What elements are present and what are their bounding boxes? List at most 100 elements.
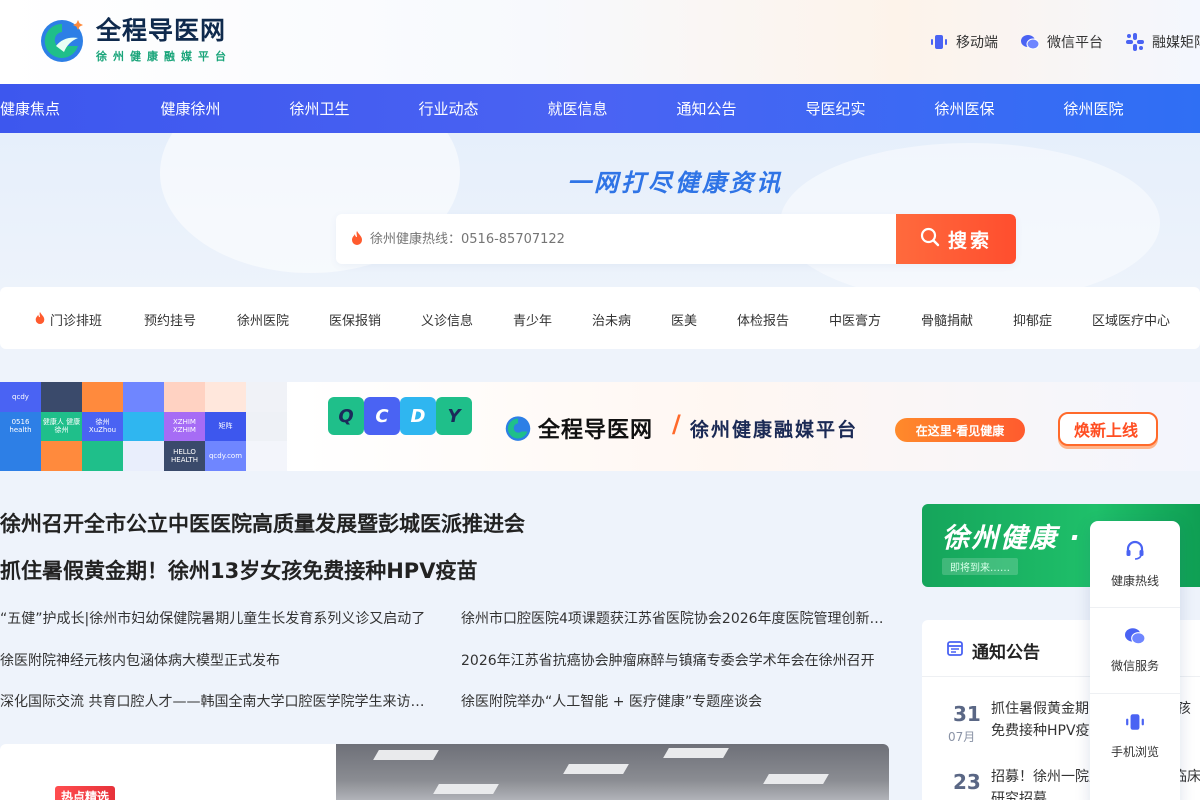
banner-tile xyxy=(205,382,246,412)
search-box: 搜索 xyxy=(336,214,1016,264)
mobile-link[interactable]: 移动端 xyxy=(929,32,998,52)
feature-card[interactable]: 热点精选 xyxy=(0,744,889,800)
quick-link-depression[interactable]: 抑郁症 xyxy=(1013,310,1052,329)
headline-1[interactable]: 徐州召开全市公立中医医院高质量发展暨彭城医派推进会 xyxy=(0,508,525,538)
quick-links-bar: 门诊排班 预约挂号 徐州医院 医保报销 义诊信息 青少年 治未病 医美 体检报告… xyxy=(0,287,1200,349)
quick-link-regional-center[interactable]: 区域医疗中心 xyxy=(1092,310,1170,329)
banner-slash: / xyxy=(672,410,681,438)
nav-item-medical-info[interactable]: 就医信息 xyxy=(513,98,642,119)
quick-link-hospitals[interactable]: 徐州医院 xyxy=(237,310,289,329)
search-icon xyxy=(920,227,940,252)
main-nav: 健康焦点 健康徐州 徐州卫生 行业动态 就医信息 通知公告 导医纪实 徐州医保 … xyxy=(0,84,1200,133)
banner-tile: 矩阵 xyxy=(205,411,246,442)
banner-subtitle: 徐州健康融媒平台 xyxy=(690,419,859,441)
mobile-link-label: 移动端 xyxy=(956,35,998,51)
news-link[interactable]: 深化国际交流 共育口腔人才——韩国全南大学口腔医学院学生来访交流 xyxy=(0,691,430,711)
banner-tile xyxy=(246,382,287,412)
banner-tile xyxy=(0,441,41,471)
notice-heading: 通知公告 xyxy=(946,638,1040,663)
green-banner-subtitle: 即将到来…… xyxy=(942,558,1018,575)
notice-month: 07月 xyxy=(948,730,976,744)
hotline-button[interactable]: 健康热线 xyxy=(1090,521,1180,607)
quick-link-youth[interactable]: 青少年 xyxy=(513,310,552,329)
nav-item-notices[interactable]: 通知公告 xyxy=(642,98,771,119)
mobile-browse-label: 手机浏览 xyxy=(1110,745,1159,759)
puzzle-piece: Y xyxy=(436,397,472,435)
logo-mark-icon xyxy=(38,16,86,64)
search-button-label: 搜索 xyxy=(947,229,992,252)
banner-tile xyxy=(82,441,123,471)
quick-link-beauty[interactable]: 医美 xyxy=(671,310,697,329)
nav-item-insurance[interactable]: 徐州医保 xyxy=(900,98,1029,119)
quick-link-checkup[interactable]: 体检报告 xyxy=(737,310,789,329)
news-link[interactable]: 徐州市口腔医院4项课题获江苏省医院协会2026年度医院管理创新研究课题立项 xyxy=(461,608,891,628)
header-links: 移动端 微信平台 融媒矩阵 xyxy=(929,32,1200,52)
banner-title: 全程导医网 xyxy=(538,418,654,443)
banner-tile xyxy=(246,411,287,442)
banner-tile xyxy=(164,382,205,412)
wechat-link[interactable]: 微信平台 xyxy=(1020,32,1103,52)
banner-tile: 健康人 健康徐州 xyxy=(41,411,82,442)
banner-logo-icon xyxy=(504,414,532,442)
calendar-icon xyxy=(946,639,964,662)
banner-tile xyxy=(41,441,82,471)
banner-button-label: 焕新上线 xyxy=(1074,421,1139,440)
fire-icon xyxy=(350,230,364,250)
nav-item-health-xuzhou[interactable]: 健康徐州 xyxy=(126,98,255,119)
banner-tile xyxy=(246,441,287,471)
nav-item-key[interactable]: 重点专 xyxy=(1158,98,1200,119)
hotline-label: 健康热线 xyxy=(1110,574,1159,588)
banner-tiles: qcdy 0516 health 健康人 健康徐州 徐州 XuZhou XZHI… xyxy=(0,382,290,471)
mobile-icon xyxy=(929,32,949,52)
matrix-icon xyxy=(1125,32,1145,52)
notice-day: 23 xyxy=(953,770,981,794)
banner-tile xyxy=(82,382,123,412)
wechat-icon xyxy=(1020,32,1040,52)
quick-link-insurance[interactable]: 医保报销 xyxy=(329,310,381,329)
quick-link-schedule[interactable]: 门诊排班 xyxy=(34,310,102,329)
news-link[interactable]: 2026年江苏省抗癌协会肿瘤麻醉与镇痛专委会学术年会在徐州召开 xyxy=(461,650,891,670)
hero-slogan: 一网打尽健康资讯 xyxy=(567,169,783,197)
banner-relaunch-button[interactable]: 焕新上线 xyxy=(1058,412,1158,446)
nav-item-documentary[interactable]: 导医纪实 xyxy=(771,98,900,119)
wechat-service-label: 微信服务 xyxy=(1110,659,1159,673)
quick-link-prevention[interactable]: 治未病 xyxy=(592,310,631,329)
logo-title: 全程导医网 xyxy=(96,16,227,45)
notice-day: 31 xyxy=(953,702,981,726)
puzzle-piece: Q xyxy=(328,397,364,435)
matrix-link-label: 融媒矩阵 xyxy=(1152,35,1200,51)
nav-item-xuzhou-health[interactable]: 徐州卫生 xyxy=(255,98,384,119)
banner-tile: qcdy.com xyxy=(205,441,246,471)
news-link[interactable]: 徐医附院举办“人工智能 + 医疗健康”专题座谈会 xyxy=(461,691,891,711)
notice-title: 通知公告 xyxy=(972,643,1040,663)
nav-item-health-focus[interactable]: 健康焦点 xyxy=(0,98,68,119)
quick-link-free-clinic[interactable]: 义诊信息 xyxy=(421,310,473,329)
quick-link-marrow[interactable]: 骨髓捐献 xyxy=(921,310,973,329)
puzzle-piece: C xyxy=(364,397,400,435)
nav-item-hospitals[interactable]: 徐州医院 xyxy=(1029,98,1158,119)
banner-tile xyxy=(123,411,164,442)
quick-link-tcm[interactable]: 中医膏方 xyxy=(829,310,881,329)
matrix-link[interactable]: 融媒矩阵 xyxy=(1125,32,1200,52)
puzzle-piece: D xyxy=(400,397,436,435)
news-link[interactable]: 徐医附院神经元核内包涵体病大模型正式发布 xyxy=(0,650,430,670)
mobile-icon xyxy=(1125,712,1145,735)
wechat-service-button[interactable]: 微信服务 xyxy=(1090,607,1180,693)
site-logo[interactable]: 全程导医网 徐州健康融媒平台 xyxy=(38,16,232,64)
quick-link-appointment[interactable]: 预约挂号 xyxy=(144,310,196,329)
banner-tile: HELLO HEALTH xyxy=(164,441,205,471)
hot-tag: 热点精选 xyxy=(55,786,115,800)
service-float-panel: 健康热线 微信服务 手机浏览 xyxy=(1090,521,1180,800)
headline-2[interactable]: 抓住暑假黄金期！徐州13岁女孩免费接种HPV疫苗 xyxy=(0,555,477,585)
promo-banner[interactable]: qcdy 0516 health 健康人 健康徐州 徐州 XuZhou XZHI… xyxy=(0,382,1200,471)
logo-subtitle: 徐州健康融媒平台 xyxy=(96,50,232,63)
hero-search-section: 一网打尽健康资讯 搜索 xyxy=(0,133,1200,287)
banner-tile: 0516 health xyxy=(0,411,41,442)
quick-link-label: 门诊排班 xyxy=(50,314,103,329)
search-button[interactable]: 搜索 xyxy=(896,214,1016,264)
news-link[interactable]: “五健”护成长|徐州市妇幼保健院暑期儿童生长发育系列义诊又启动了 xyxy=(0,608,430,628)
mobile-browse-button[interactable]: 手机浏览 xyxy=(1090,693,1180,779)
search-input[interactable] xyxy=(370,214,890,264)
nav-item-industry[interactable]: 行业动态 xyxy=(384,98,513,119)
banner-tile xyxy=(123,441,164,471)
